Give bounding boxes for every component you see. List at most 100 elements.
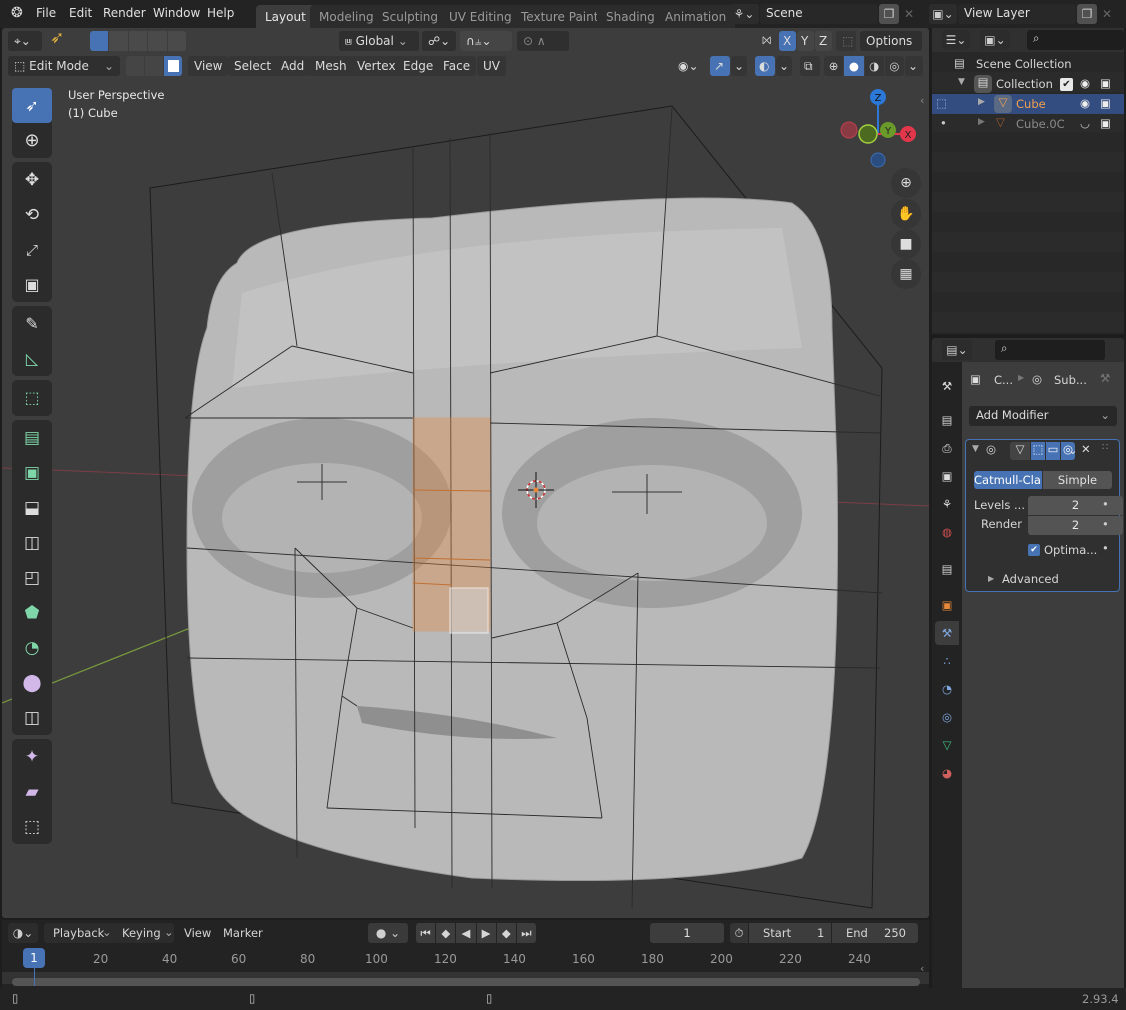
tab-sculpting[interactable]: Sculpting: [373, 5, 448, 28]
auto-keying-icon[interactable]: ● ⌄: [368, 923, 408, 943]
preview-range-icon[interactable]: ⏱: [730, 923, 748, 943]
keyframe-dot-icon[interactable]: •: [1102, 541, 1109, 555]
transform-tool[interactable]: ▣: [12, 267, 52, 302]
tab-modeling[interactable]: Modeling: [310, 5, 383, 28]
visibility-eye-icon[interactable]: ◉: [1080, 76, 1090, 90]
edit-mode-toggle[interactable]: ⬚: [1031, 442, 1045, 460]
rotate-tool[interactable]: ⟲: [12, 197, 52, 232]
remove-modifier-icon[interactable]: ✕: [1081, 442, 1091, 456]
render-camera-icon[interactable]: ▣: [1100, 76, 1111, 90]
jump-end-icon[interactable]: ⏭: [516, 923, 536, 943]
tab-shading[interactable]: Shading: [597, 5, 664, 28]
timeline-view-menu[interactable]: View: [184, 926, 211, 940]
particles-tab-icon[interactable]: ∴: [935, 649, 959, 673]
menu-uv[interactable]: UV: [477, 56, 506, 76]
view-layer-selector-icon[interactable]: ▣⌄: [929, 4, 957, 24]
material-tab-icon[interactable]: ◕: [935, 761, 959, 785]
expand-icon[interactable]: ▶: [978, 97, 985, 107]
select-box-tool[interactable]: ➶: [12, 88, 52, 123]
optimal-display-checkbox[interactable]: ✔: [1028, 544, 1040, 556]
measure-tool[interactable]: ◺: [12, 341, 52, 376]
simple-button[interactable]: Simple: [1043, 471, 1112, 489]
current-frame-field[interactable]: 1: [650, 923, 724, 943]
data-tab-icon[interactable]: ▽: [935, 733, 959, 757]
object-tab-icon[interactable]: ▣: [935, 593, 959, 617]
select-new-icon[interactable]: [90, 31, 109, 51]
select-lasso-icon[interactable]: ➶: [50, 28, 64, 48]
drag-handle-icon[interactable]: ∷: [1102, 442, 1108, 453]
timeline-scrollbar[interactable]: [12, 978, 920, 986]
xray-toggle-icon[interactable]: ⧉: [800, 56, 820, 76]
chevron-down-icon[interactable]: ⌄: [1068, 443, 1078, 457]
camera-view-icon[interactable]: ■: [891, 229, 921, 259]
scene-name-field[interactable]: Scene: [760, 4, 878, 24]
mode-dropdown[interactable]: ⬚ Edit Mode ⌄: [8, 56, 120, 76]
smooth-tool[interactable]: ⬤: [12, 665, 52, 700]
rendered-shading-icon[interactable]: ◎: [884, 56, 904, 76]
play-reverse-icon[interactable]: ◀: [456, 923, 476, 943]
shear-tool[interactable]: ▰: [12, 774, 52, 809]
new-scene-icon[interactable]: ❐: [879, 4, 899, 24]
tab-layout[interactable]: Layout: [256, 5, 315, 28]
scale-tool[interactable]: ⤢: [12, 232, 52, 267]
physics-tab-icon[interactable]: ◔: [935, 677, 959, 701]
visibility-eye-icon[interactable]: ◉: [1080, 96, 1090, 110]
wireframe-shading-icon[interactable]: ⊕: [824, 56, 844, 76]
sidebar-toggle-icon[interactable]: ‹: [920, 94, 924, 107]
start-frame-field[interactable]: Start 1: [749, 923, 831, 943]
vertex-select-icon[interactable]: [126, 56, 144, 76]
output-tab-icon[interactable]: ⎙: [935, 436, 959, 460]
expand-icon[interactable]: ▼: [958, 77, 965, 87]
show-gizmo-icon[interactable]: ↗: [710, 56, 730, 76]
scene-tab-icon[interactable]: ⚘: [935, 492, 959, 516]
rip-region-tool[interactable]: ⬚: [12, 809, 52, 844]
inset-faces-tool[interactable]: ▣: [12, 455, 52, 490]
ortho-grid-icon[interactable]: ▦: [891, 259, 921, 289]
shrink-fatten-tool[interactable]: ✦: [12, 739, 52, 774]
jump-start-icon[interactable]: ⏮: [416, 923, 436, 943]
advanced-subpanel[interactable]: Advanced: [1002, 572, 1059, 586]
delete-scene-icon[interactable]: ✕: [900, 4, 918, 24]
cursor-tool[interactable]: ⊕: [12, 123, 52, 158]
spin-tool[interactable]: ◔: [12, 630, 52, 665]
bevel-tool[interactable]: ⬓: [12, 490, 52, 525]
3d-viewport[interactable]: User Perspective (1) Cube Y X Z ⊕ ✋ ■ ▦ …: [2, 28, 929, 918]
knife-tool[interactable]: ◰: [12, 560, 52, 595]
pivot-icon[interactable]: ⌖⌄: [8, 31, 42, 51]
navigation-gizmo[interactable]: Y X Z: [836, 84, 926, 174]
annotate-tool[interactable]: ✎: [12, 306, 52, 341]
display-mode-icon[interactable]: ☰⌄: [942, 30, 970, 50]
view-layer-field[interactable]: View Layer: [958, 4, 1076, 24]
move-tool[interactable]: ✥: [12, 162, 52, 197]
keyframe-dot-icon[interactable]: •: [1102, 497, 1109, 511]
edit-mode-icon[interactable]: ⬚: [936, 96, 947, 110]
modifier-tab-icon[interactable]: ⚒: [935, 621, 959, 645]
mirror-x-toggle[interactable]: X: [779, 31, 796, 51]
timeline-marker-menu[interactable]: Marker: [223, 926, 263, 940]
loop-cut-tool[interactable]: ◫: [12, 525, 52, 560]
outliner-scene-collection[interactable]: ▤ Scene Collection: [932, 54, 1124, 74]
gizmo-dropdown-icon[interactable]: ⌄: [731, 56, 747, 76]
material-shading-icon[interactable]: ◑: [864, 56, 884, 76]
collapse-icon[interactable]: ▼: [972, 444, 979, 454]
face-select-icon[interactable]: [164, 56, 182, 76]
playback-menu[interactable]: Playback: [53, 926, 104, 940]
menu-vertex[interactable]: Vertex: [351, 56, 402, 76]
edge-select-icon[interactable]: [145, 56, 163, 76]
menu-help[interactable]: Help: [207, 6, 234, 20]
extrude-region-tool[interactable]: ▤: [12, 420, 52, 455]
pivot-point-icon[interactable]: ☍⌄: [422, 31, 456, 51]
shading-dropdown-icon[interactable]: ⌄: [905, 56, 923, 76]
end-frame-field[interactable]: End 250: [832, 923, 918, 943]
delete-view-layer-icon[interactable]: ✕: [1098, 4, 1116, 24]
add-modifier-dropdown[interactable]: Add Modifier ⌄: [969, 406, 1117, 426]
expand-icon[interactable]: ▶: [988, 574, 994, 583]
catmull-clark-button[interactable]: Catmull-Cla...: [974, 471, 1042, 489]
constraints-tab-icon[interactable]: ◎: [935, 705, 959, 729]
pan-hand-icon[interactable]: ✋: [891, 199, 921, 229]
options-dropdown[interactable]: Options ⌄: [860, 31, 922, 68]
menu-mesh[interactable]: Mesh: [309, 56, 353, 76]
solid-shading-icon[interactable]: ●: [844, 56, 864, 76]
render-camera-icon[interactable]: ▣: [1100, 116, 1111, 130]
blender-logo-icon[interactable]: ❂: [11, 5, 23, 21]
